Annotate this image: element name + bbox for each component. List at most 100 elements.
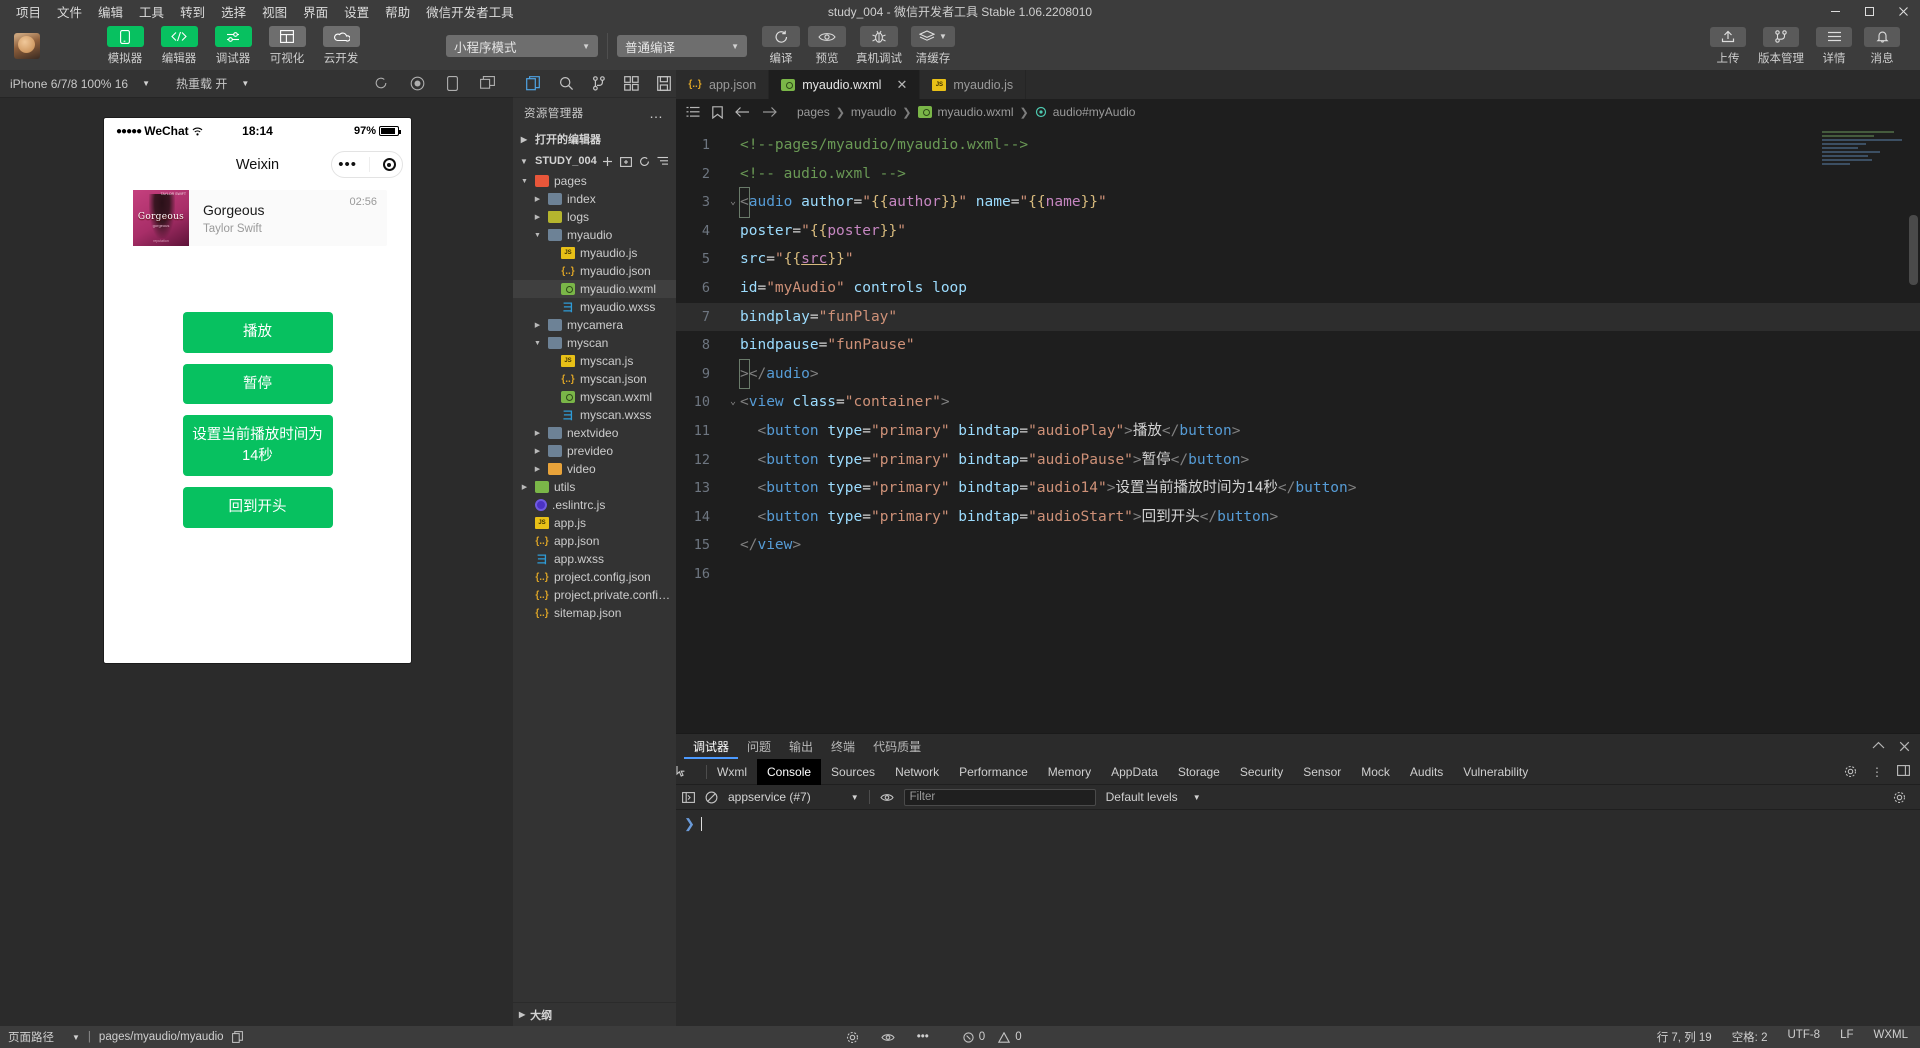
menu-item-devtools[interactable]: 微信开发者工具 [418,0,522,23]
close-panel-icon[interactable] [1899,741,1910,752]
source-control-icon[interactable] [592,76,606,91]
minimap[interactable] [1822,129,1906,185]
gear-icon[interactable] [1844,765,1857,779]
dock-side-icon[interactable] [1897,764,1910,779]
code-area[interactable]: 1 <!--pages/myaudio/myaudio.wxml--> 2 <!--… [676,125,1920,733]
maximize-button[interactable] [1852,0,1886,22]
menu-item-select[interactable]: 选择 [213,0,254,23]
console-levels-select[interactable]: Default levels ▼ [1106,790,1201,804]
menu-item-project[interactable]: 项目 [8,0,49,23]
tree-item-myaudio[interactable]: ▼ myaudio [513,226,676,244]
devtools-tab-wxml[interactable]: Wxml [707,759,757,785]
chevron-right-icon[interactable]: ▶ [519,483,530,491]
tree-item--eslintrc-js[interactable]: .eslintrc.js [513,496,676,514]
tree-item-utils[interactable]: ▶ utils [513,478,676,496]
tree-item-pages[interactable]: ▼ pages [513,172,676,190]
devtools-tab-performance[interactable]: Performance [949,759,1038,785]
details-button[interactable]: 详情 [1812,26,1856,66]
menu-item-settings[interactable]: 设置 [336,0,377,23]
editor-toggle-button[interactable]: 编辑器 [156,26,202,66]
panel-tab-debugger[interactable]: 调试器 [684,734,738,759]
tree-item-project-config-json[interactable]: {..} project.config.json [513,568,676,586]
chevron-right-icon[interactable]: ▶ [532,213,543,221]
compile-select[interactable]: 普通编译 ▼ [617,35,747,57]
console-context-select[interactable]: appservice (#7) ▼ [728,790,859,804]
visualization-toggle-button[interactable]: 可视化 [264,26,310,66]
console-settings-icon[interactable] [1893,791,1914,804]
devtools-tab-memory[interactable]: Memory [1038,759,1101,785]
inspect-element-icon[interactable] [676,765,706,778]
tree-item-app-js[interactable]: JS app.js [513,514,676,532]
breadcrumb-pages[interactable]: pages [797,105,830,119]
kebab-menu-icon[interactable]: ⋮ [1871,765,1883,779]
fold-chevron-icon[interactable]: ⌄ [726,188,740,217]
refresh-icon[interactable] [639,156,650,167]
devtools-tab-sources[interactable]: Sources [821,759,885,785]
refresh-sim-icon[interactable] [374,76,388,91]
devtools-tab-network[interactable]: Network [885,759,949,785]
simulator-toggle-button[interactable]: 模拟器 [102,26,148,66]
outline-toggle-icon[interactable] [686,106,700,118]
breadcrumb-symbol[interactable]: audio#myAudio [1053,105,1136,119]
tree-item-nextvideo[interactable]: ▶ nextvideo [513,424,676,442]
tree-item-myscan-js[interactable]: JS myscan.js [513,352,676,370]
chevron-down-icon[interactable]: ▼ [72,1033,80,1042]
status-eye-icon[interactable] [881,1032,895,1043]
tree-item-prevideo[interactable]: ▶ prevideo [513,442,676,460]
devtools-tab-security[interactable]: Security [1230,759,1293,785]
status-diagnostics[interactable]: 0 0 [963,1031,1022,1043]
outline-section[interactable]: ▶ 大纲 [513,1002,676,1026]
detach-window-icon[interactable] [480,76,495,91]
panel-tab-output[interactable]: 输出 [780,734,822,759]
forward-icon[interactable] [762,106,777,118]
collapse-panel-icon[interactable] [1872,741,1885,752]
status-encoding[interactable]: UTF-8 [1787,1029,1820,1045]
editor-scrollbar[interactable] [1909,215,1918,285]
tree-item-myaudio-wxml[interactable]: myaudio.wxml [513,280,676,298]
search-icon[interactable] [559,76,574,91]
devtools-tab-audits[interactable]: Audits [1400,759,1453,785]
code-content[interactable]: 1 <!--pages/myaudio/myaudio.wxml--> 2 <!--… [676,125,1920,733]
tree-item-myaudio-js[interactable]: JS myaudio.js [513,244,676,262]
menu-item-file[interactable]: 文件 [49,0,90,23]
menu-item-help[interactable]: 帮助 [377,0,418,23]
tab-app-json[interactable]: {..} app.json [676,70,770,99]
chevron-right-icon[interactable]: ▶ [532,465,543,473]
capsule-buttons[interactable]: ••• [331,151,403,178]
file-tree[interactable]: ▼ pages ▶ index ▶ logs ▼ myaudio JS myaudio.js {..… [513,172,676,1002]
menu-item-interface[interactable]: 界面 [295,0,336,23]
tree-item-app-wxss[interactable]: 彐 app.wxss [513,550,676,568]
tab-myaudio-wxml[interactable]: myaudio.wxml ✕ [769,70,921,99]
bookmark-icon[interactable] [712,105,723,119]
console-eye-icon[interactable] [879,792,894,803]
open-editors-section[interactable]: ▶ 打开的编辑器 [513,128,676,150]
tree-item-index[interactable]: ▶ index [513,190,676,208]
devtools-tab-vulnerability[interactable]: Vulnerability [1453,759,1538,785]
compile-button[interactable]: 编译 [761,26,801,66]
panel-tab-code-quality[interactable]: 代码质量 [864,734,930,759]
console-output[interactable]: ❯ [676,810,1920,1026]
clear-console-icon[interactable] [705,791,718,804]
real-device-debug-button[interactable]: 真机调试 [853,26,905,66]
new-file-icon[interactable] [602,156,613,167]
play-button[interactable]: 播放 [182,312,333,353]
devtools-tab-sensor[interactable]: Sensor [1293,759,1351,785]
version-control-button[interactable]: 版本管理 [1754,26,1808,66]
chevron-down-icon[interactable]: ▼ [532,232,543,239]
close-tab-icon[interactable]: ✕ [896,77,907,93]
menu-item-tools[interactable]: 工具 [131,0,172,23]
restart-button[interactable]: 回到开头 [182,487,333,528]
panel-tab-problems[interactable]: 问题 [738,734,780,759]
chevron-right-icon[interactable]: ▶ [532,429,543,437]
console-sidebar-icon[interactable] [682,791,695,803]
tree-item-myscan-wxml[interactable]: myscan.wxml [513,388,676,406]
minimize-button[interactable] [1818,0,1852,22]
audio-player-card[interactable]: TAYLOR SWIFT Gorgeous gorgeous reputatio… [133,190,387,246]
chevron-right-icon[interactable]: ▶ [532,447,543,455]
menu-item-view[interactable]: 视图 [254,0,295,23]
project-root-row[interactable]: ▼ STUDY_004 [513,150,676,172]
explorer-more-icon[interactable]: … [649,105,670,121]
device-select[interactable]: iPhone 6/7/8 100% 16 ▼ [10,77,150,91]
tree-item-myaudio-json[interactable]: {..} myaudio.json [513,262,676,280]
new-folder-icon[interactable] [620,156,632,167]
